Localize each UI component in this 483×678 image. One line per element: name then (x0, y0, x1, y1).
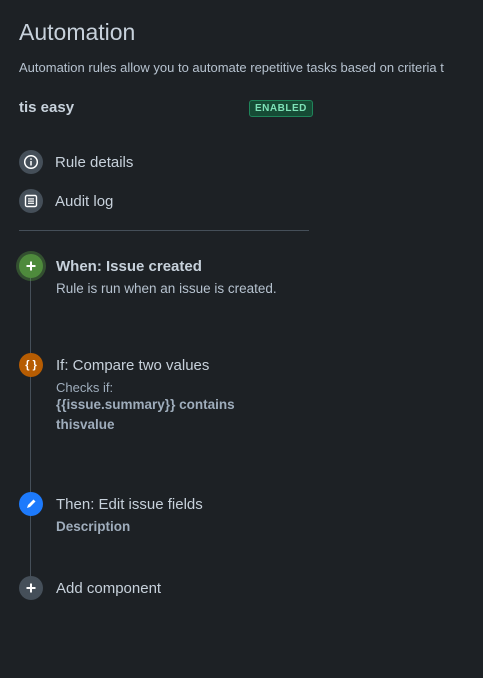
trigger-node[interactable] (19, 254, 43, 278)
condition-checks-label: Checks if: (56, 380, 114, 395)
trigger-component[interactable]: When: Issue created Rule is run when an … (56, 258, 277, 296)
plus-icon (26, 583, 36, 593)
rule-details-link[interactable]: Rule details (19, 150, 133, 174)
add-component-button[interactable]: Add component (56, 580, 161, 597)
status-badge: ENABLED (249, 100, 313, 117)
divider (19, 230, 309, 231)
action-component[interactable]: Then: Edit issue fields Description (56, 496, 203, 537)
page-description: Automation rules allow you to automate r… (19, 60, 444, 75)
audit-log-link[interactable]: Audit log (19, 189, 113, 213)
trigger-title: When: Issue created (56, 258, 202, 275)
info-icon (19, 150, 43, 174)
audit-log-label: Audit log (55, 192, 114, 210)
braces-icon: { } (25, 359, 37, 371)
plus-icon (26, 261, 36, 271)
condition-expression-line2: thisvalue (56, 417, 115, 432)
list-icon (19, 189, 43, 213)
action-field: Description (56, 519, 131, 534)
condition-expression-line1: {{issue.summary}} contains (56, 397, 235, 412)
timeline-connector (30, 277, 31, 577)
trigger-description: Rule is run when an issue is created. (56, 281, 277, 296)
condition-component[interactable]: If: Compare two values Checks if: {{issu… (56, 357, 235, 435)
pencil-icon (27, 499, 36, 508)
rule-details-label: Rule details (55, 153, 134, 171)
add-component-node[interactable] (19, 576, 43, 600)
action-node[interactable] (19, 492, 43, 516)
action-title: Then: Edit issue fields (56, 496, 203, 513)
add-component-label: Add component (56, 580, 162, 597)
condition-node[interactable]: { } (19, 353, 43, 377)
rule-name: tis easy (19, 99, 75, 116)
page-title: Automation (19, 19, 136, 45)
automation-page: Automation Automation rules allow you to… (0, 0, 483, 678)
condition-title: If: Compare two values (56, 357, 210, 374)
